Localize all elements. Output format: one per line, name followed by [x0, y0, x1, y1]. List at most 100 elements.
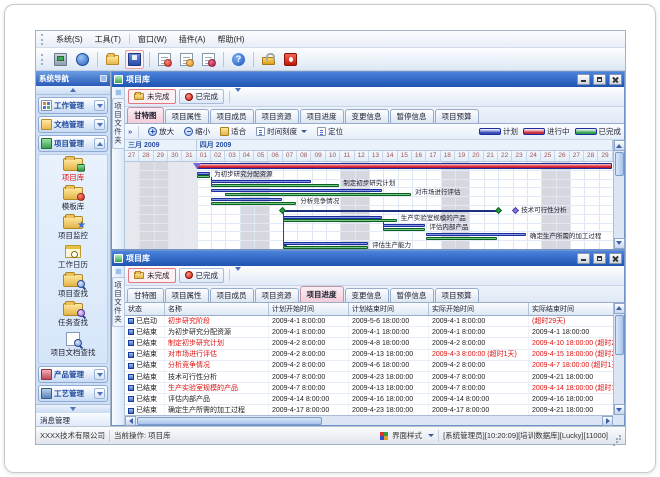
menu-item[interactable]: 系统(S): [50, 32, 89, 47]
close-button[interactable]: [609, 74, 622, 85]
column-header[interactable]: 计划开始时间: [269, 303, 349, 315]
scroll-left-button[interactable]: [125, 416, 136, 426]
menu-item[interactable]: 插件(A): [173, 32, 212, 47]
column-header[interactable]: 状态: [125, 303, 165, 315]
sidebar-item-calendar[interactable]: 工作日历: [39, 244, 107, 273]
exit-button[interactable]: [281, 50, 300, 69]
timescale-button[interactable]: 时间刻度: [253, 125, 310, 138]
scroll-up-button[interactable]: [614, 140, 625, 151]
gantt-bar-actual[interactable]: [426, 237, 497, 240]
system-button[interactable]: [51, 50, 70, 69]
sidebar-item-folder-search[interactable]: 项目查找: [39, 273, 107, 302]
menu-item[interactable]: 工具(T): [89, 32, 127, 47]
pin-icon[interactable]: [100, 75, 107, 82]
table-row[interactable]: 已结束生产实验室规模的产品2009-4-7 8:00:002009-4-13 1…: [125, 383, 613, 394]
maximize-button[interactable]: [593, 74, 606, 85]
gantt-bar-plan[interactable]: [197, 172, 210, 175]
finished-filter-button[interactable]: 已完成: [179, 268, 225, 283]
menu-item[interactable]: 窗口(W): [132, 32, 173, 47]
gantt-bar-plan[interactable]: [211, 189, 382, 192]
scroll-thumb[interactable]: [615, 152, 624, 176]
section-chevron-button[interactable]: [94, 119, 105, 130]
more-filters-button[interactable]: [235, 92, 241, 101]
sidebar-section-5[interactable]: 工艺管理: [38, 385, 108, 402]
column-header[interactable]: 实际结束时间: [529, 303, 613, 315]
scroll-down-button[interactable]: [614, 404, 625, 415]
zoom-out-button[interactable]: 缩小: [181, 125, 213, 138]
table-row[interactable]: 已结束确定生产所需的加工过程2009-4-17 8:00:002009-4-23…: [125, 405, 613, 415]
tab-properties[interactable]: 项目属性: [165, 109, 209, 123]
zoom-in-button[interactable]: 放大: [145, 125, 177, 138]
locate-button[interactable]: 定位: [314, 125, 346, 138]
scroll-thumb[interactable]: [137, 417, 322, 425]
close-button[interactable]: [609, 253, 622, 264]
sidebar-item-folder-monitor[interactable]: ★项目监控: [39, 215, 107, 244]
table-row[interactable]: 已结束制定初步研究计划2009-4-2 8:00:002009-4-8 18:0…: [125, 338, 613, 349]
gantt-bar-actual[interactable]: [211, 202, 296, 205]
sidebar-section-1[interactable]: 工作管理: [38, 97, 108, 114]
gantt-vertical-scrollbar[interactable]: [613, 140, 624, 249]
column-header[interactable]: 实际开始时间: [429, 303, 529, 315]
resize-grip[interactable]: [612, 431, 621, 440]
unfinished-filter-button[interactable]: 未完成: [128, 89, 176, 104]
scroll-up-button[interactable]: [614, 303, 625, 314]
gantt-bar-actual[interactable]: [283, 246, 368, 249]
doc-delete-button[interactable]: [199, 50, 218, 69]
table-vertical-scrollbar[interactable]: [613, 303, 624, 415]
tab-progress[interactable]: 项目进度: [300, 286, 344, 302]
scroll-right-button[interactable]: [602, 416, 613, 426]
more-filters-button[interactable]: [235, 271, 241, 280]
folder-open-button[interactable]: [103, 50, 122, 69]
doc-edit-button[interactable]: [177, 50, 196, 69]
gantt-bar-plan[interactable]: [283, 242, 368, 245]
section-chevron-button[interactable]: [94, 369, 105, 380]
gantt-bar-span[interactable]: [283, 210, 498, 212]
progress-window-titlebar[interactable]: 项目库: [112, 251, 624, 266]
sidebar-splitter[interactable]: [36, 404, 110, 413]
scroll-down-button[interactable]: [614, 238, 625, 249]
tab-pause-info[interactable]: 暂停信息: [390, 288, 434, 302]
fit-button[interactable]: 适合: [217, 125, 249, 138]
help-button[interactable]: [229, 50, 248, 69]
message-management-tab[interactable]: 消息管理: [36, 413, 110, 426]
tab-gantt[interactable]: 甘特图: [127, 288, 164, 302]
sidebar-section-3[interactable]: 项目管理: [38, 135, 108, 152]
column-header[interactable]: 计划结束时间: [349, 303, 429, 315]
finished-filter-button[interactable]: 已完成: [179, 89, 225, 104]
sidebar-section-4[interactable]: 产品管理: [38, 366, 108, 383]
column-header[interactable]: 名称: [165, 303, 269, 315]
section-chevron-button[interactable]: [94, 388, 105, 399]
minimize-button[interactable]: [577, 253, 590, 264]
sidebar-item-folder-template[interactable]: 模板库: [39, 186, 107, 215]
table-row[interactable]: 已结束评估内部产品2009-4-14 8:00:002009-4-16 18:0…: [125, 394, 613, 405]
gantt-bar-plan[interactable]: [426, 233, 525, 236]
sidebar-collapse-strip[interactable]: [36, 86, 110, 95]
tab-members[interactable]: 项目成员: [210, 288, 254, 302]
tab-properties[interactable]: 项目属性: [165, 288, 209, 302]
sidebar-item-task-search[interactable]: 任务查找: [39, 302, 107, 331]
tab-resources[interactable]: 项目资源: [255, 109, 299, 123]
sidebar-item-doc-search[interactable]: 项目文档查找: [39, 331, 107, 361]
save-button[interactable]: [125, 50, 144, 69]
toolbar-grip[interactable]: [41, 54, 44, 65]
gantt-bar-plan[interactable]: [383, 224, 425, 227]
table-row[interactable]: 已启动初步研究阶段2009-4-1 8:00:002009-5-6 18:00:…: [125, 316, 613, 327]
tab-change-info[interactable]: 变更信息: [345, 288, 389, 302]
table-row[interactable]: 已结束技术可行性分析2009-4-7 8:00:002009-4-23 18:0…: [125, 372, 613, 383]
tab-gantt[interactable]: 甘特图: [127, 107, 164, 123]
gantt-canvas[interactable]: 为初步研究分配资源制定初步研究计划对市场进行评估分析竞争情况技术可行性分析生产实…: [125, 162, 613, 249]
tab-budget[interactable]: 项目预算: [435, 109, 479, 123]
tab-budget[interactable]: 项目预算: [435, 288, 479, 302]
table-row[interactable]: 已结束分析竞争情况2009-4-2 8:00:002009-4-6 18:00:…: [125, 361, 613, 372]
gantt-bar-actual[interactable]: [211, 184, 339, 187]
tab-progress[interactable]: 项目进度: [300, 109, 344, 123]
pin-icon[interactable]: [115, 268, 122, 275]
gantt-bar-plan[interactable]: [211, 180, 310, 183]
gantt-bar-actual[interactable]: [197, 175, 210, 178]
toolbar-overflow-button[interactable]: »: [128, 127, 132, 136]
gantt-bar-actual[interactable]: [383, 228, 425, 231]
table-horizontal-scrollbar[interactable]: [125, 415, 613, 425]
sidebar-item-folder-project[interactable]: 项目库: [39, 157, 107, 186]
table-row[interactable]: 已结束对市场进行评估2009-4-2 8:00:002009-4-13 18:0…: [125, 350, 613, 361]
section-chevron-button[interactable]: [94, 100, 105, 111]
